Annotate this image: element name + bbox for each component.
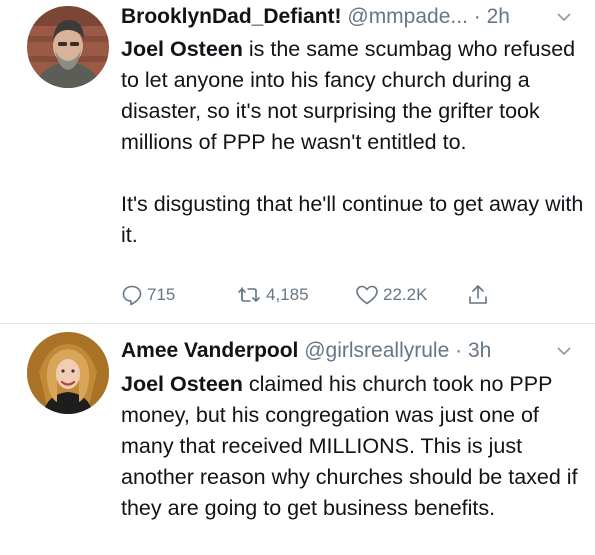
timestamp[interactable]: 3h [468, 339, 491, 362]
like-count: 22.2K [383, 285, 428, 304]
separator-dot: · [449, 339, 468, 362]
heart-icon [355, 284, 379, 306]
retweet-count: 4,185 [266, 285, 309, 304]
like-button[interactable]: 22.2K [355, 280, 427, 310]
tweet-paragraph: Joel Osteen is the same scumbag who refu… [121, 34, 591, 158]
reply-icon [121, 284, 143, 306]
share-icon [467, 283, 489, 307]
tweet-paragraph: Joel Osteen claimed his church took no P… [121, 369, 591, 524]
avatar[interactable] [27, 6, 109, 88]
avatar[interactable] [27, 332, 109, 414]
separator-dot: · [467, 5, 487, 28]
mention-joel-osteen: Joel Osteen [121, 372, 243, 396]
chevron-down-icon[interactable] [555, 338, 573, 364]
mention-joel-osteen: Joel Osteen [121, 37, 243, 61]
chevron-down-icon[interactable] [555, 4, 573, 30]
user-handle[interactable]: @mmpade... [347, 5, 468, 28]
display-name[interactable]: Amee Vanderpool [121, 339, 298, 362]
tweet-text: Joel Osteen claimed his church took no P… [121, 369, 591, 524]
retweet-icon [236, 284, 262, 306]
timestamp[interactable]: 2h [487, 5, 510, 28]
tweet[interactable]: Amee Vanderpool @girlsreallyrule · 3h Jo… [0, 324, 595, 555]
reply-count: 715 [147, 285, 176, 304]
retweet-button[interactable]: 4,185 [236, 280, 309, 310]
tweet-paragraph: It's disgusting that he'll continue to g… [121, 192, 584, 247]
tweet-text: Joel Osteen is the same scumbag who refu… [121, 34, 591, 251]
tweet-header: BrooklynDad_Defiant! @mmpade... · 2h [121, 4, 575, 30]
tweet[interactable]: BrooklynDad_Defiant! @mmpade... · 2h Joe… [0, 0, 595, 324]
tweet-header: Amee Vanderpool @girlsreallyrule · 3h [121, 338, 575, 364]
tweet-actions: 715 4,185 22.2K [121, 280, 521, 310]
share-button[interactable] [467, 280, 489, 310]
reply-button[interactable]: 715 [121, 280, 175, 310]
user-handle[interactable]: @girlsreallyrule [304, 339, 449, 362]
display-name[interactable]: BrooklynDad_Defiant! [121, 5, 342, 28]
